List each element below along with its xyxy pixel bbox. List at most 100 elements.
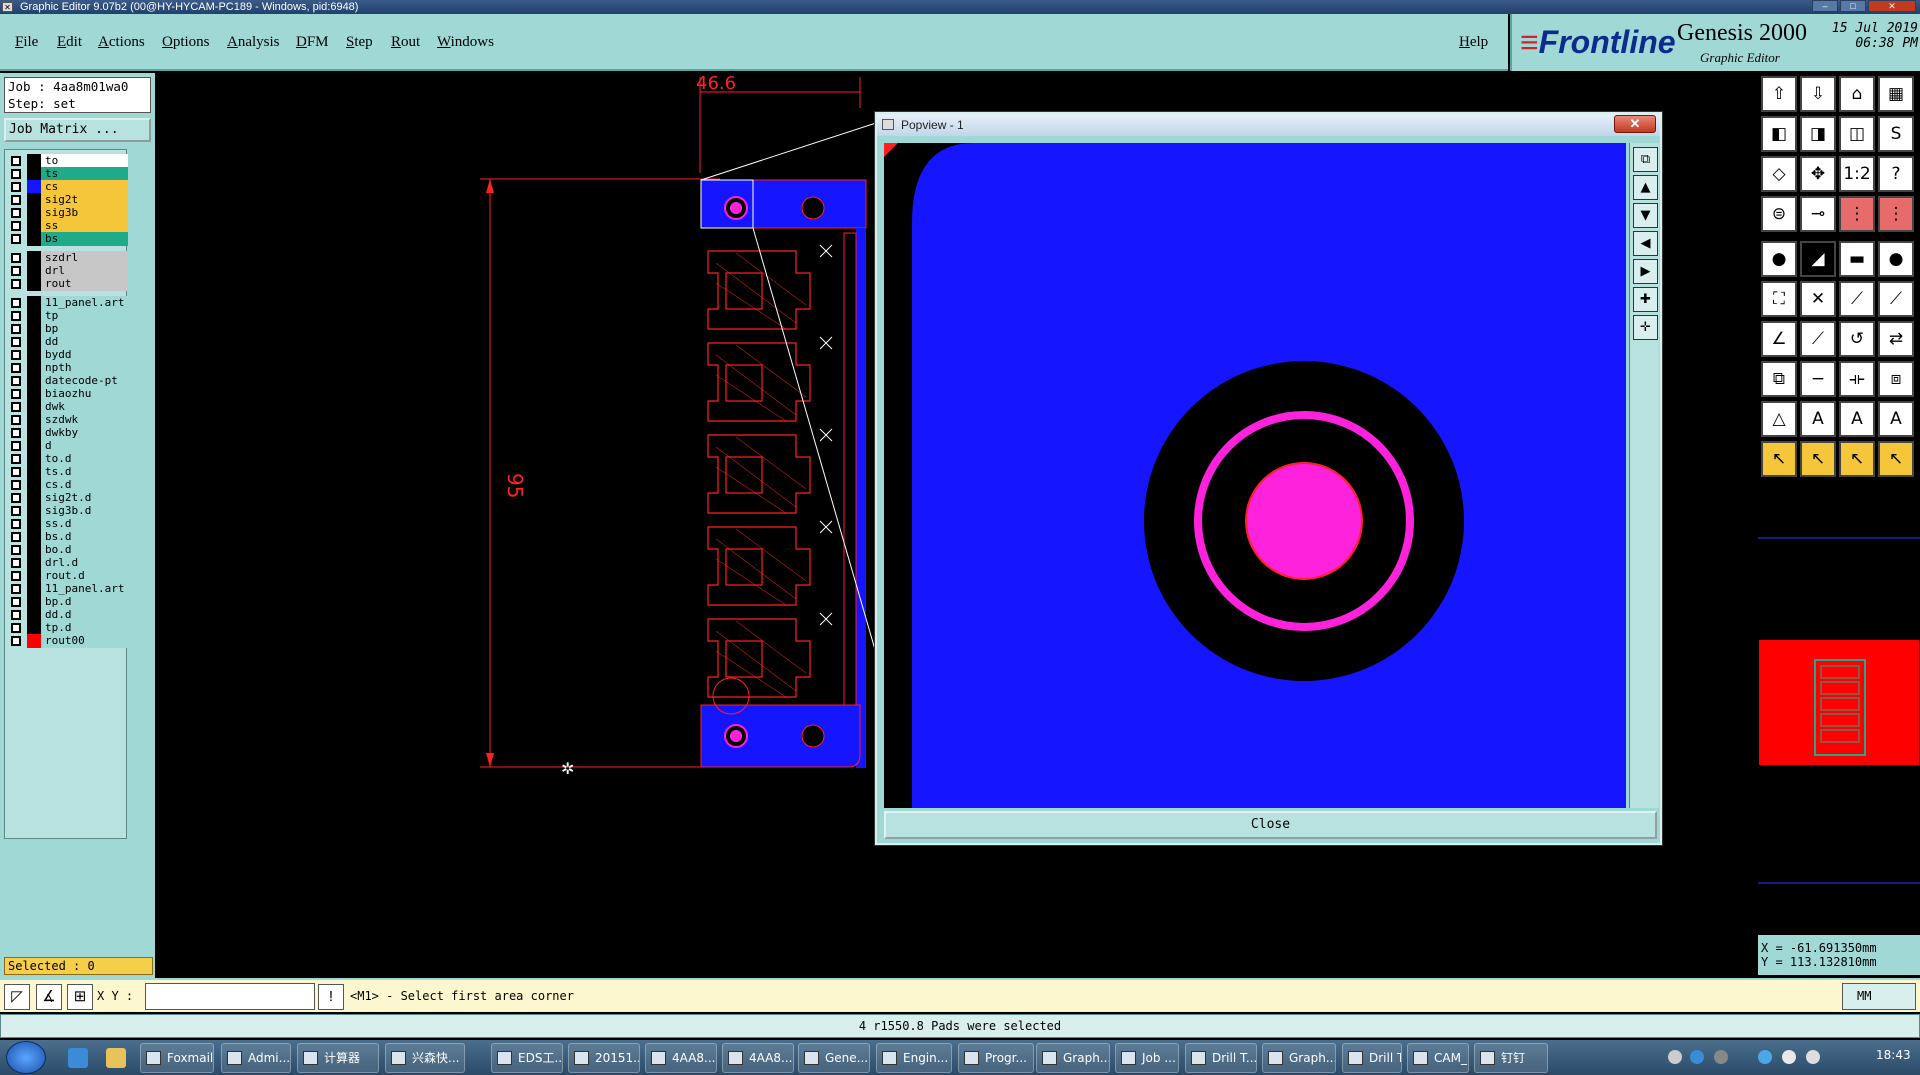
redraw-icon[interactable]: S	[1878, 116, 1914, 152]
taskbar-item[interactable]: EDS工...	[491, 1043, 563, 1073]
layer-checkbox[interactable]	[11, 253, 21, 263]
menu-edit[interactable]: Edit	[57, 34, 82, 51]
layer-color-swatch[interactable]	[27, 634, 41, 648]
layer-name[interactable]: bs	[41, 232, 128, 246]
menu-windows[interactable]: Windows	[437, 34, 494, 51]
job-matrix-button[interactable]: Job Matrix ...	[4, 118, 151, 142]
tray-network-icon[interactable]	[1782, 1050, 1796, 1064]
layer-checkbox[interactable]	[11, 506, 21, 516]
triangle-c-icon[interactable]: A	[1878, 401, 1914, 437]
surface-icon[interactable]: ▬	[1839, 241, 1875, 277]
zoom-home-icon[interactable]: ◇	[1761, 156, 1797, 192]
popview-titlebar[interactable]: Popview - 1 ✕	[877, 114, 1660, 136]
layer-checkbox[interactable]	[11, 571, 21, 581]
pad-add-icon[interactable]: ●	[1761, 241, 1797, 277]
snap-mode-icon[interactable]: ◸	[4, 984, 30, 1010]
layer-checkbox[interactable]	[11, 221, 21, 231]
popview-close-x-button[interactable]: ✕	[1614, 115, 1656, 133]
menu-step[interactable]: Step	[346, 34, 373, 51]
arc-segment-icon[interactable]: ⟋	[1878, 281, 1914, 317]
resize-icon[interactable]: ⟛	[1839, 361, 1875, 397]
layer-checkbox[interactable]	[11, 195, 21, 205]
layer-checkbox[interactable]	[11, 298, 21, 308]
select-box-icon[interactable]: ↖	[1800, 441, 1836, 477]
tray-arrow-icon[interactable]	[1714, 1050, 1728, 1064]
taskbar-item[interactable]: 兴森快...	[385, 1043, 465, 1073]
taskbar-item[interactable]: 4AA8...	[722, 1043, 794, 1073]
layer-name[interactable]: rout	[41, 277, 128, 291]
minus-icon[interactable]: −	[1800, 361, 1836, 397]
angle-mode-icon[interactable]: ∡	[36, 984, 62, 1010]
save-icon[interactable]: ⇩	[1800, 76, 1836, 112]
layer-checkbox[interactable]	[11, 337, 21, 347]
taskbar-item[interactable]: 计算器	[297, 1043, 379, 1073]
layer-checkbox[interactable]	[11, 636, 21, 646]
ie-icon[interactable]	[68, 1048, 88, 1068]
layer-checkbox[interactable]	[11, 279, 21, 289]
close-window-button[interactable]: ✕	[1868, 0, 1916, 12]
mirror-icon[interactable]: ⇄	[1878, 321, 1914, 357]
home-icon[interactable]: ⌂	[1839, 76, 1875, 112]
popview-zoom-out-icon[interactable]: ✛	[1633, 315, 1658, 340]
layer-icon[interactable]: ⊜	[1761, 196, 1797, 232]
layer-checkbox[interactable]	[11, 169, 21, 179]
taskbar-item[interactable]: Gene...	[798, 1043, 870, 1073]
taskbar-item[interactable]: 钉钉	[1474, 1043, 1548, 1073]
copy-icon[interactable]: ⧉	[1761, 361, 1797, 397]
route-icon[interactable]: ⋮	[1839, 196, 1875, 232]
layer-checkbox[interactable]	[11, 234, 21, 244]
pan-right-icon[interactable]: ◨	[1800, 116, 1836, 152]
measure-icon[interactable]: ⋮	[1878, 196, 1914, 232]
layer-checkbox[interactable]	[11, 311, 21, 321]
layer-checkbox[interactable]	[11, 441, 21, 451]
taskbar-item[interactable]: Progr...	[958, 1043, 1034, 1073]
connect-icon[interactable]: ⛶	[1761, 281, 1797, 317]
menu-rout[interactable]: Rout	[391, 34, 420, 51]
explorer-icon[interactable]	[106, 1048, 126, 1068]
layer-color-swatch[interactable]	[27, 277, 41, 291]
overview-panel-preview[interactable]	[1759, 640, 1919, 765]
layer-checkbox[interactable]	[11, 415, 21, 425]
menu-help[interactable]: Help	[1459, 34, 1488, 51]
segment-icon[interactable]: ⟋	[1839, 281, 1875, 317]
layer-checkbox[interactable]	[11, 493, 21, 503]
layer-checkbox[interactable]	[11, 376, 21, 386]
angle-icon[interactable]: ∠	[1761, 321, 1797, 357]
taskbar-item[interactable]: Foxmail	[140, 1043, 214, 1073]
split-icon[interactable]: ◫	[1839, 116, 1875, 152]
zoom-fit-icon[interactable]: ✥	[1800, 156, 1836, 192]
arc-icon[interactable]: ↺	[1839, 321, 1875, 357]
layer-checkbox[interactable]	[11, 182, 21, 192]
window-icon[interactable]: ▦	[1878, 76, 1914, 112]
layer-checkbox[interactable]	[11, 467, 21, 477]
triangle-icon[interactable]: △	[1761, 401, 1797, 437]
snap-icon[interactable]: ⊸	[1800, 196, 1836, 232]
group-icon[interactable]: ⧈	[1878, 361, 1914, 397]
tray-keyboard-icon[interactable]	[1668, 1050, 1682, 1064]
start-button[interactable]	[6, 1041, 46, 1074]
popview-pan-right-icon[interactable]: ▶	[1633, 259, 1658, 284]
xy-input[interactable]	[145, 983, 315, 1010]
taskbar-item[interactable]: Drill T...	[1185, 1043, 1257, 1073]
open-job-icon[interactable]: ⇧	[1761, 76, 1797, 112]
tray-security-icon[interactable]	[1758, 1050, 1772, 1064]
taskbar-item[interactable]: CAM_...	[1407, 1043, 1469, 1073]
taskbar-item[interactable]: Graph...	[1262, 1043, 1336, 1073]
layer-checkbox[interactable]	[11, 350, 21, 360]
layer-checkbox[interactable]	[11, 363, 21, 373]
slash-icon[interactable]: ⟋	[1800, 321, 1836, 357]
layer-checkbox[interactable]	[11, 623, 21, 633]
popview-pan-left-icon[interactable]: ◀	[1633, 231, 1658, 256]
popview-close-button[interactable]: Close	[884, 811, 1657, 839]
layer-name[interactable]: rout00	[41, 634, 128, 648]
help-icon[interactable]: ?	[1878, 156, 1914, 192]
layer-checkbox[interactable]	[11, 402, 21, 412]
triangle-a-icon[interactable]: A	[1800, 401, 1836, 437]
layer-row[interactable]: bs	[5, 231, 128, 247]
layer-checkbox[interactable]	[11, 428, 21, 438]
pan-left-icon[interactable]: ◧	[1761, 116, 1797, 152]
layer-checkbox[interactable]	[11, 519, 21, 529]
taskbar-item[interactable]: Job ...	[1115, 1043, 1179, 1073]
line-add-icon[interactable]: ◢	[1800, 241, 1836, 277]
units-select[interactable]: MM	[1842, 983, 1916, 1010]
